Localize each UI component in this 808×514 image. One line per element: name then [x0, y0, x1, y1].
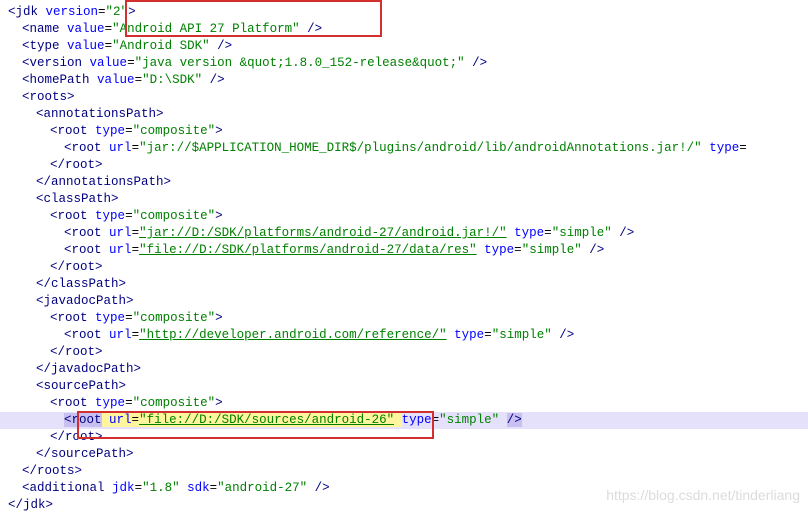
code-line: </roots>	[8, 463, 808, 480]
code-line: <additional jdk="1.8" sdk="android-27" /…	[8, 480, 808, 497]
code-line: <roots>	[8, 89, 808, 106]
code-line: <sourcePath>	[8, 378, 808, 395]
code-line: </javadocPath>	[8, 361, 808, 378]
code-line: <jdk version="2">	[8, 4, 808, 21]
code-line: <annotationsPath>	[8, 106, 808, 123]
code-line: <root type="composite">	[8, 208, 808, 225]
code-line: <root type="composite">	[8, 310, 808, 327]
code-line: </annotationsPath>	[8, 174, 808, 191]
code-line: <name value="Android API 27 Platform" />	[8, 21, 808, 38]
code-line: <root type="composite">	[8, 123, 808, 140]
code-line-highlighted[interactable]: <root url="file://D:/SDK/sources/android…	[0, 412, 808, 429]
code-line: </root>	[8, 429, 808, 446]
code-line: <version value="java version &quot;1.8.0…	[8, 55, 808, 72]
code-line: <root url="http://developer.android.com/…	[8, 327, 808, 344]
code-line: </root>	[8, 259, 808, 276]
code-line: </root>	[8, 157, 808, 174]
code-line: <root url="jar://$APPLICATION_HOME_DIR$/…	[8, 140, 808, 157]
code-line: </jdk>	[8, 497, 808, 514]
code-line: <javadocPath>	[8, 293, 808, 310]
code-line: <root type="composite">	[8, 395, 808, 412]
code-line: </sourcePath>	[8, 446, 808, 463]
code-line: <root url="jar://D:/SDK/platforms/androi…	[8, 225, 808, 242]
code-line: </root>	[8, 344, 808, 361]
code-line: <classPath>	[8, 191, 808, 208]
code-line: <root url="file://D:/SDK/platforms/andro…	[8, 242, 808, 259]
code-line: <type value="Android SDK" />	[8, 38, 808, 55]
xml-code-block: <jdk version="2"> <name value="Android A…	[8, 4, 808, 514]
code-line: </classPath>	[8, 276, 808, 293]
code-line: <homePath value="D:\SDK" />	[8, 72, 808, 89]
